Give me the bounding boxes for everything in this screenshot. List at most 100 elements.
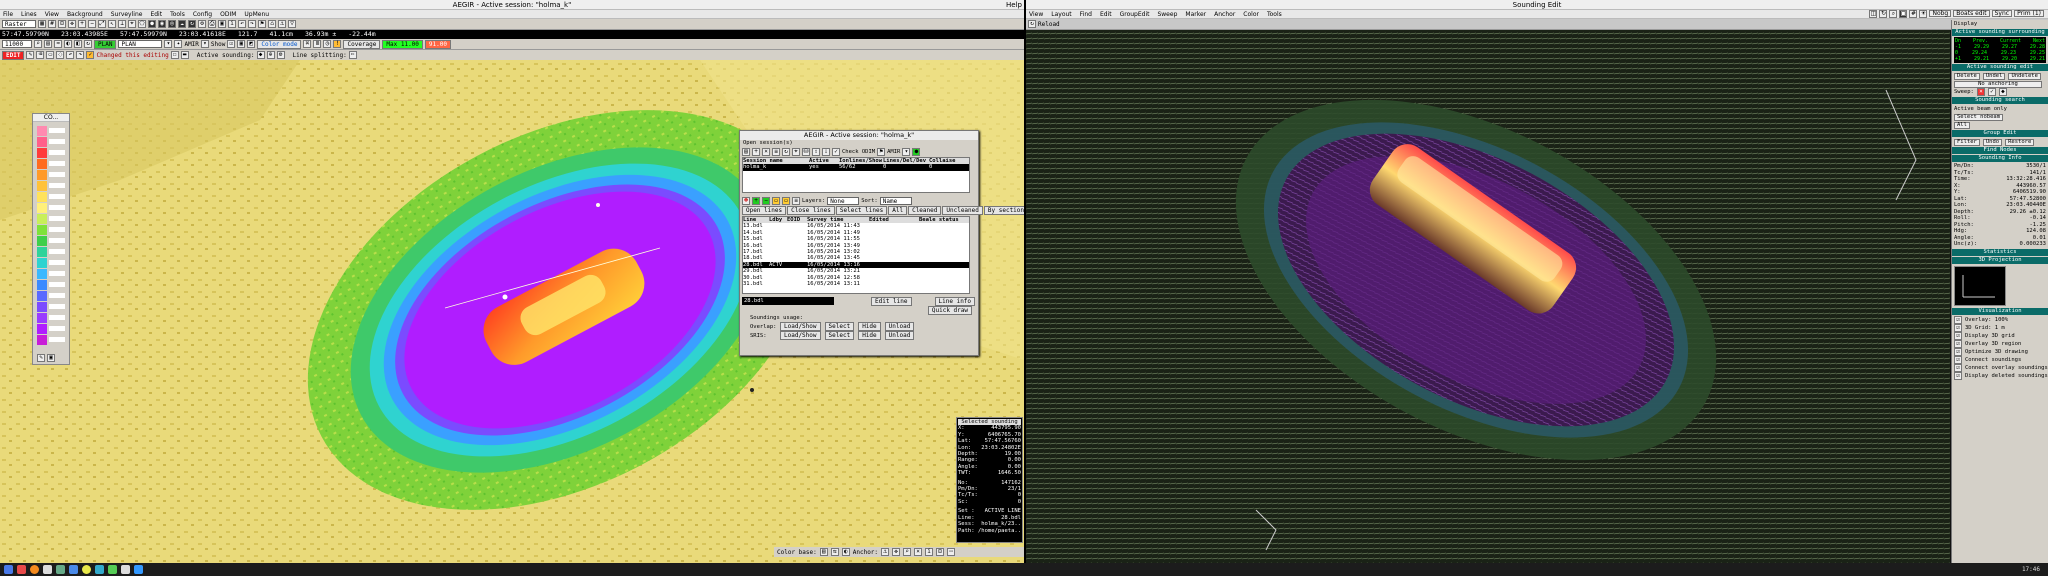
checkbox-icon[interactable]: ☑ <box>1954 339 1962 348</box>
overlap-select-button[interactable]: Select <box>824 322 855 331</box>
lines-folder-icon[interactable]: ▭ <box>772 196 780 205</box>
odim-flag-icon[interactable]: ⚑ <box>877 148 886 156</box>
surround-row[interactable]: +1 29.21 29.20 29.21 <box>1955 56 2045 62</box>
vis-option[interactable]: ☑ Overlay: 100% <box>1952 315 2048 324</box>
palette-swatch[interactable] <box>37 192 47 202</box>
se-menu-color[interactable]: Color <box>1243 10 1259 18</box>
sort-select[interactable]: Name <box>879 196 912 205</box>
anchor-lock-icon[interactable]: ⊡ <box>936 548 945 556</box>
palette-swatch-value[interactable] <box>49 293 65 298</box>
se-persp-icon[interactable]: ◫ <box>1869 10 1878 18</box>
aegir-icon[interactable] <box>134 565 143 574</box>
palette-swatch-value[interactable] <box>49 161 65 166</box>
undo-icon[interactable]: ↶ <box>238 20 246 28</box>
palette-swatch-value[interactable] <box>49 205 65 210</box>
se-menu-layout[interactable]: Layout <box>1051 10 1071 18</box>
se-menu-find[interactable]: Find <box>1080 10 1092 18</box>
vis-option[interactable]: ☑ Connect soundings <box>1952 355 2048 364</box>
session-export-icon[interactable]: ⇪ <box>812 148 820 156</box>
clock-icon[interactable]: ◷ <box>323 40 332 48</box>
palette-save-icon[interactable]: ▣ <box>47 354 55 362</box>
anchor-clear-icon[interactable]: × <box>914 548 923 556</box>
lines-folder2-icon[interactable]: ▭ <box>782 196 790 205</box>
menu-background[interactable]: Background <box>67 10 103 18</box>
boats-edit-button[interactable]: Boats edit <box>1953 10 1990 17</box>
overlap-load-button[interactable]: Load/Show <box>780 322 821 331</box>
vis-option[interactable]: ☑ Connect overlay soundings <box>1952 363 2048 372</box>
lines-remove-icon[interactable]: − <box>762 196 770 205</box>
color-mode-button[interactable]: Color mode <box>257 39 302 49</box>
vis-option[interactable]: ☑ Overlay 3D region <box>1952 339 2048 348</box>
amir-dropdown-icon[interactable]: ▾ <box>200 40 209 48</box>
reload-icon[interactable]: ↻ <box>1028 20 1036 28</box>
zoom-select[interactable]: Prim (1) <box>2014 10 2044 17</box>
section-statistics[interactable]: Statistics <box>1952 248 2048 256</box>
menu-config[interactable]: Config <box>193 10 212 18</box>
session-sync-icon[interactable]: ↻ <box>782 148 790 156</box>
palette-swatch-value[interactable] <box>49 216 65 221</box>
section-search[interactable]: Sounding search <box>1952 97 2048 104</box>
palette-swatch[interactable] <box>37 170 47 180</box>
files-icon[interactable] <box>43 565 52 574</box>
sris-unload-button[interactable]: Unload <box>884 331 915 340</box>
line-info-button[interactable]: Line info <box>934 296 976 306</box>
measure-icon[interactable]: ⌖ <box>128 20 136 28</box>
print-icon[interactable]: ⎙ <box>208 20 216 28</box>
undelete-button[interactable]: Undelete <box>2008 72 2041 80</box>
menu-lines[interactable]: Lines <box>21 10 37 18</box>
session-import-icon[interactable]: ⇩ <box>822 148 830 156</box>
palette-swatch[interactable] <box>37 335 47 345</box>
vis-option[interactable]: ☑ Display 3D grid <box>1952 331 2048 340</box>
no-anchoring-button[interactable]: No anchoring <box>1954 80 2042 88</box>
show-toggle-icon[interactable]: ☑ <box>227 40 236 48</box>
palette-swatch-value[interactable] <box>49 194 65 199</box>
survey-map[interactable]: CO... ✎ ▣ AEGIR - Active session: "holma_… <box>0 60 1024 563</box>
palette-swatch-value[interactable] <box>49 139 65 144</box>
checkbox-icon[interactable]: ☑ <box>1954 355 1962 364</box>
layers-select[interactable]: None <box>827 196 860 205</box>
grid-size-field[interactable]: 11000 <box>2 40 32 48</box>
palette-swatch-value[interactable] <box>49 172 65 177</box>
changed-toggle-icon[interactable]: ☐ <box>170 51 179 59</box>
dropdown-icon[interactable]: ▾ <box>164 40 173 48</box>
box-select-icon[interactable]: ▭ <box>46 51 55 59</box>
eye-icon[interactable]: ◉ <box>158 20 166 28</box>
menu-tools[interactable]: Tools <box>170 10 185 18</box>
se-select-icon[interactable]: ▣ <box>1899 10 1908 18</box>
checkbox-icon[interactable]: ☑ <box>1954 363 1962 372</box>
undel-button[interactable]: Undel <box>1982 72 2006 80</box>
editor-icon[interactable] <box>69 565 78 574</box>
se-zoom-icon[interactable]: ⌕ <box>1889 10 1898 18</box>
overlap-unload-button[interactable]: Unload <box>884 322 915 331</box>
se-light-icon[interactable]: ☀ <box>1919 10 1928 18</box>
palette-swatch-value[interactable] <box>49 282 65 287</box>
raster-select[interactable]: Raster <box>2 20 36 28</box>
session-pin-icon[interactable]: ⌖ <box>792 148 800 156</box>
sounding-3d-view[interactable] <box>1026 30 1950 563</box>
line-row[interactable]: 31.bdl 16/05/2014 13:11 <box>743 281 969 287</box>
se-grid-icon[interactable]: # <box>1909 10 1918 18</box>
overlap-hide-button[interactable]: Hide <box>858 322 881 331</box>
sweep-delete-icon[interactable]: × <box>1976 88 1985 96</box>
terminal-icon[interactable] <box>56 565 65 574</box>
section-group-edit[interactable]: Group Edit <box>1952 130 2048 137</box>
all-lines-button[interactable]: All <box>888 206 908 215</box>
palette-swatch[interactable] <box>37 159 47 169</box>
anchor-set-icon[interactable]: ⚓ <box>881 548 890 556</box>
menu-file[interactable]: File <box>3 10 13 18</box>
se-menu-marker[interactable]: Marker <box>1185 10 1206 18</box>
palette-swatch[interactable] <box>37 258 47 268</box>
app-icon[interactable] <box>17 565 26 574</box>
se-menu-tools[interactable]: Tools <box>1267 10 1282 18</box>
section-3d-projection[interactable]: 3D Projection <box>1952 256 2048 264</box>
sris-hide-button[interactable]: Hide <box>858 331 881 340</box>
qgis-icon[interactable] <box>95 565 104 574</box>
palette-swatch-value[interactable] <box>49 183 65 188</box>
se-menu-view[interactable]: View <box>1029 10 1043 18</box>
contour-icon[interactable]: ≈ <box>54 40 62 48</box>
anchor-move-icon[interactable]: ✥ <box>892 548 901 556</box>
menu-surveyline[interactable]: Surveyline <box>111 10 143 18</box>
menu-odim[interactable]: ODIM <box>220 10 236 18</box>
zoom-icon[interactable]: ⌕ <box>34 40 42 48</box>
eraser-icon[interactable]: ⌫ <box>36 51 45 59</box>
